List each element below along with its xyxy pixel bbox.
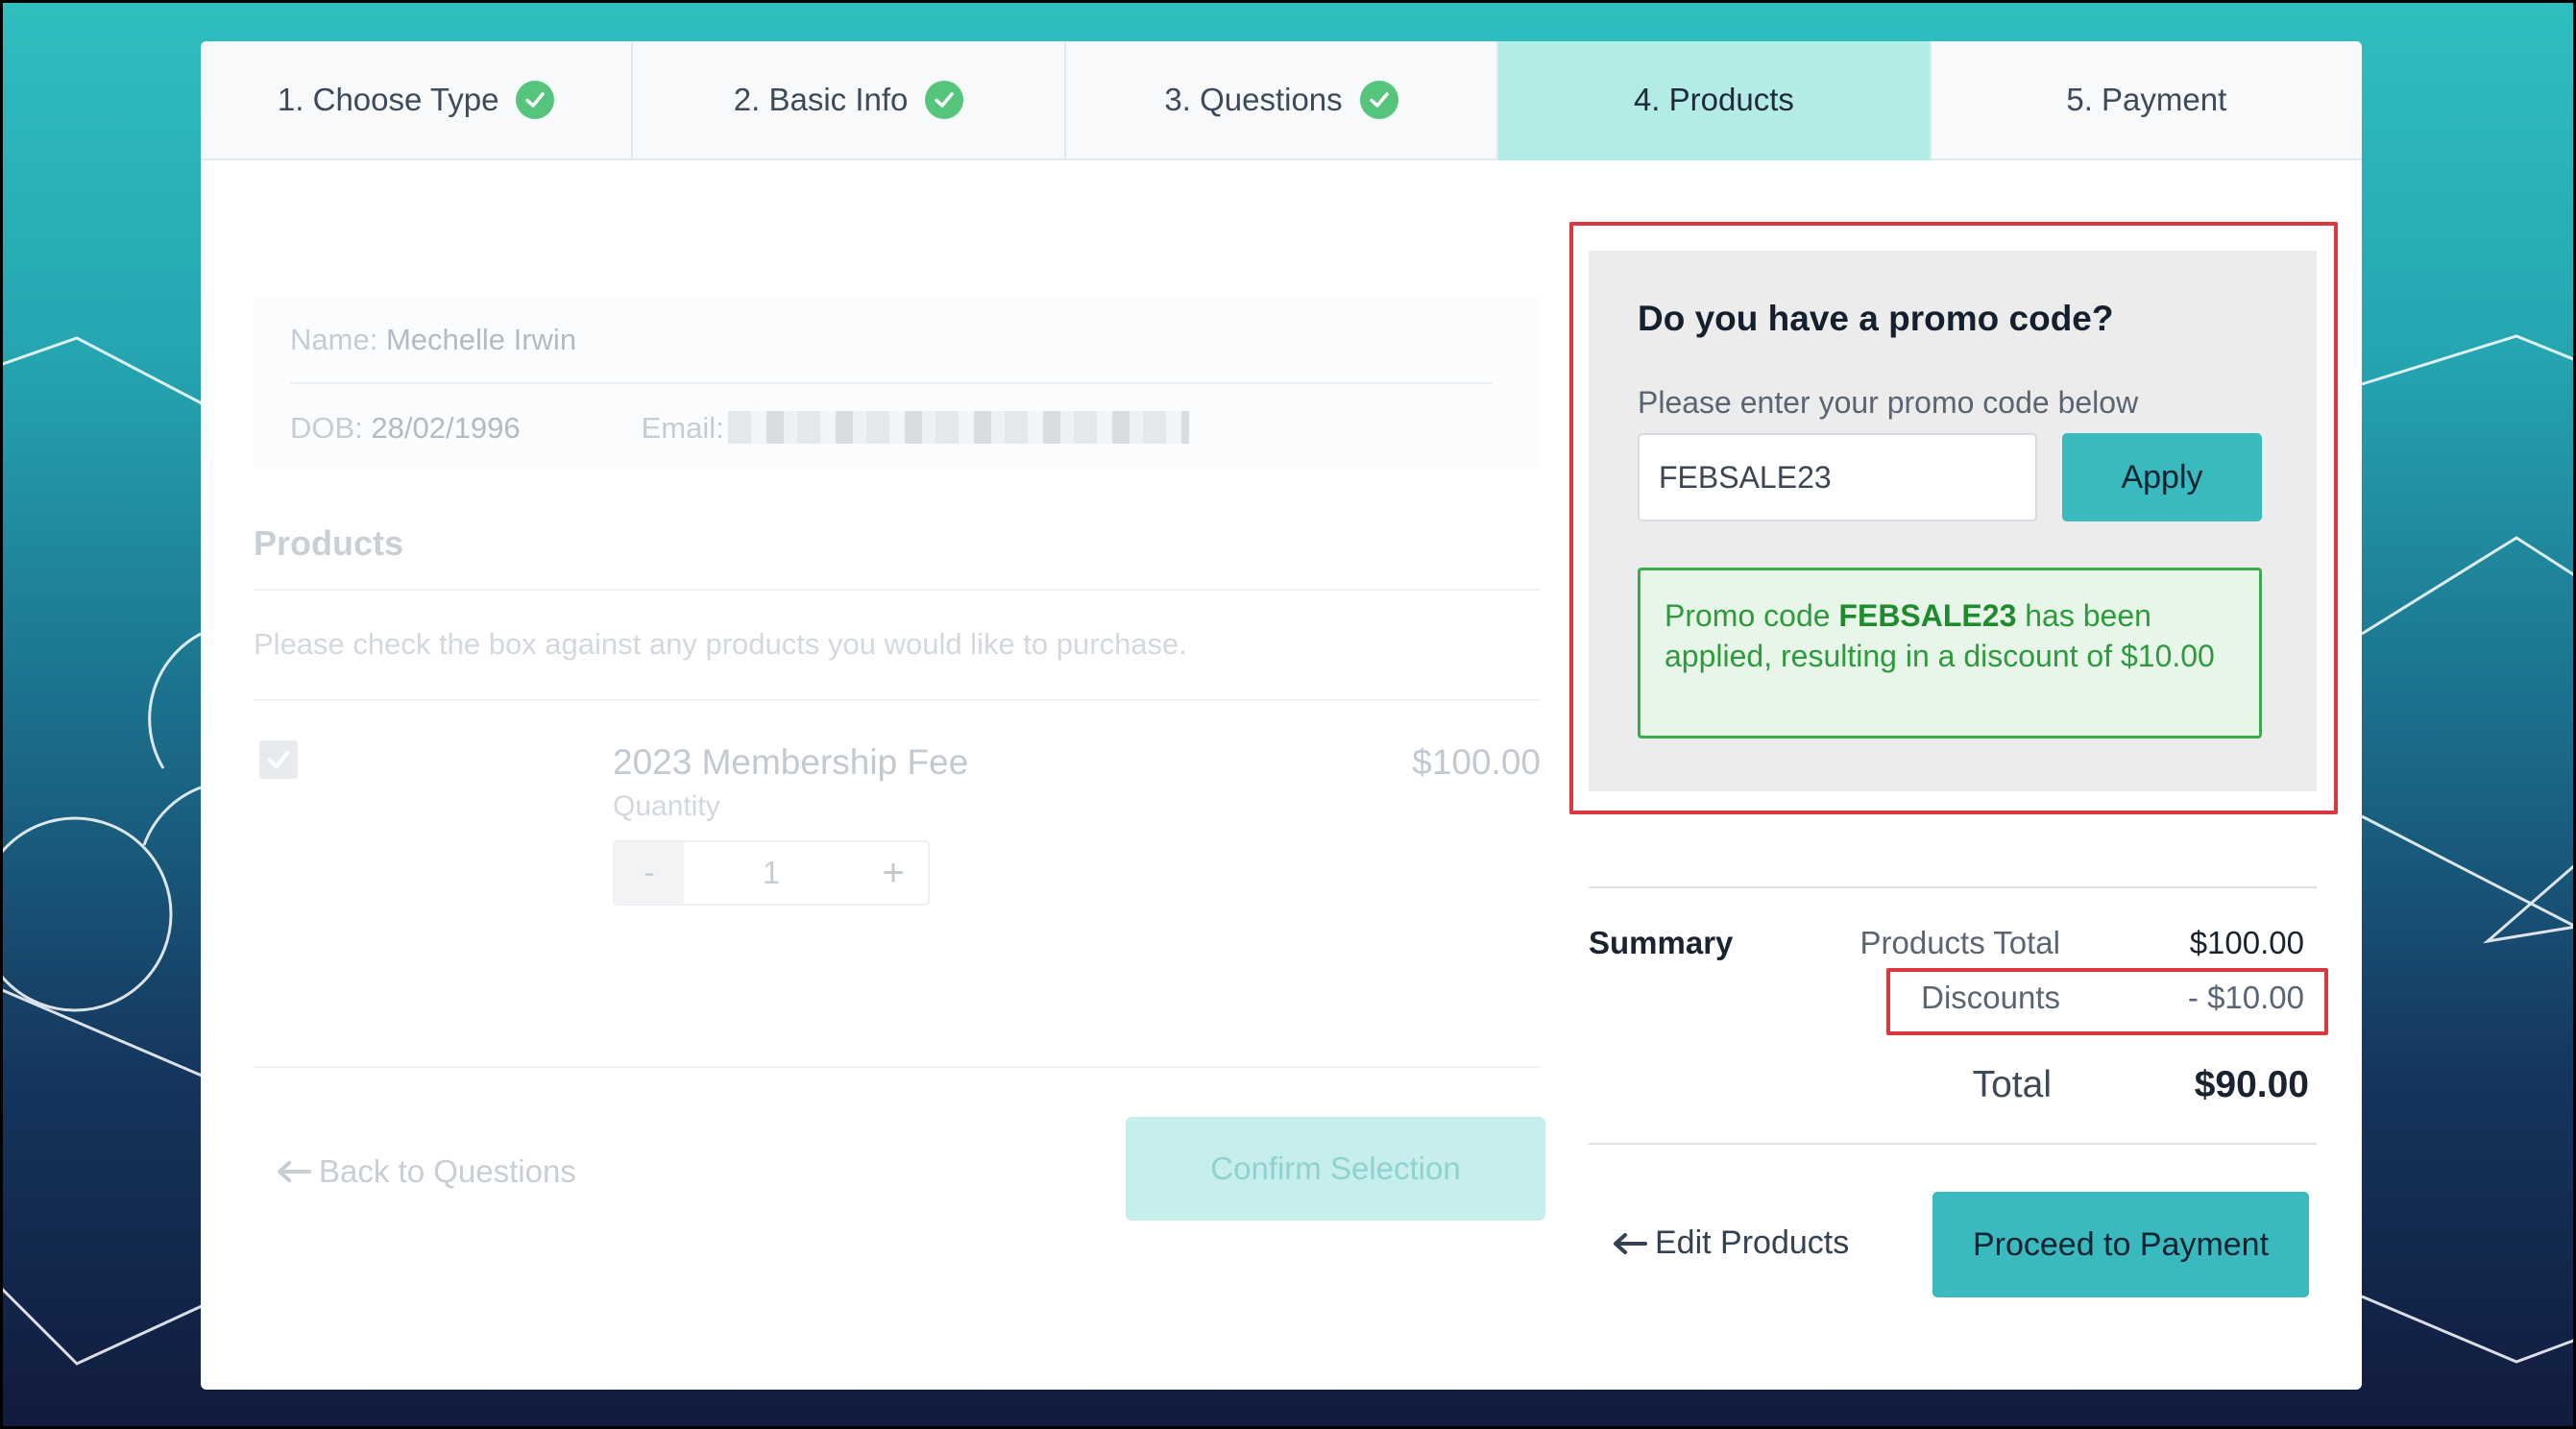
confirm-selection-button[interactable]: Confirm Selection (1126, 1117, 1545, 1221)
check-circle-icon (1359, 81, 1398, 119)
promo-code-input[interactable] (1638, 433, 2037, 521)
promo-subtitle: Please enter your promo code below (1638, 385, 2139, 420)
message-prefix: Promo code (1665, 598, 1839, 633)
divider (290, 382, 1493, 384)
divider (1589, 1143, 2317, 1145)
back-label: Back to Questions (319, 1153, 576, 1189)
check-circle-icon (925, 81, 964, 119)
promo-panel: Do you have a promo code? Please enter y… (1589, 251, 2317, 791)
product-name: 2023 Membership Fee (613, 742, 969, 782)
registration-card: 1. Choose Type 2. Basic Info 3. Question… (201, 41, 2362, 1390)
name-row: Name: Mechelle Irwin (290, 323, 576, 357)
increment-button[interactable]: + (859, 852, 928, 895)
message-code: FEBSALE23 (1838, 598, 2017, 633)
products-heading: Products (254, 523, 404, 563)
divider (254, 699, 1541, 701)
divider (1589, 886, 2317, 888)
total-label: Total (1972, 1064, 2052, 1105)
tab-label: 2. Basic Info (733, 82, 909, 117)
tab-label: 5. Payment (2066, 82, 2227, 117)
edit-label: Edit Products (1655, 1224, 1850, 1261)
member-name: Mechelle Irwin (385, 323, 577, 356)
edit-products-link[interactable]: Edit Products (1613, 1224, 1849, 1262)
member-dob: 28/02/1996 (371, 411, 521, 445)
check-circle-icon (516, 81, 555, 119)
tab-questions[interactable]: 3. Questions (1065, 41, 1499, 160)
summary-label: Summary (1589, 925, 1734, 960)
products-total-value: $100.00 (2189, 925, 2304, 960)
products-total-label: Products Total (1859, 925, 2060, 960)
product-checkbox[interactable] (259, 740, 298, 779)
products-description: Please check the box against any product… (254, 627, 1187, 661)
apply-button[interactable]: Apply (2062, 433, 2262, 521)
email-label: Email: (641, 411, 724, 445)
tab-products[interactable]: 4. Products (1498, 41, 1932, 160)
discounts-highlight-outline (1886, 968, 2328, 1035)
divider (254, 589, 1541, 591)
total-value: $90.00 (2194, 1064, 2309, 1105)
tab-payment[interactable]: 5. Payment (1931, 41, 2362, 160)
decrement-button[interactable]: - (615, 842, 684, 904)
tab-label: 1. Choose Type (277, 82, 499, 117)
dob-email-row: DOB: 28/02/1996 Email: (290, 411, 1189, 446)
promo-success-message: Promo code FEBSALE23 has been applied, r… (1638, 568, 2262, 739)
tab-label: 3. Questions (1164, 82, 1343, 117)
arrow-left-icon (1614, 1232, 1647, 1254)
quantity-label: Quantity (613, 790, 720, 822)
dob-label: DOB: (290, 411, 363, 445)
member-info: Name: Mechelle Irwin DOB: 28/02/1996 Ema… (254, 296, 1541, 469)
name-label: Name: (290, 323, 378, 356)
tab-basic-info[interactable]: 2. Basic Info (633, 41, 1066, 160)
proceed-to-payment-button[interactable]: Proceed to Payment (1932, 1192, 2309, 1297)
step-tabs: 1. Choose Type 2. Basic Info 3. Question… (201, 41, 2362, 160)
tab-label: 4. Products (1633, 82, 1794, 117)
tab-choose-type[interactable]: 1. Choose Type (201, 41, 634, 160)
checkmark-icon (267, 750, 290, 769)
arrow-left-icon (278, 1161, 311, 1182)
back-to-questions-link[interactable]: Back to Questions (277, 1153, 576, 1190)
divider (254, 1066, 1541, 1068)
quantity-value[interactable]: 1 (684, 855, 859, 891)
quantity-stepper: - 1 + (613, 840, 930, 906)
promo-title: Do you have a promo code? (1638, 299, 2114, 338)
product-price: $100.00 (1412, 742, 1541, 782)
email-redacted (727, 411, 1189, 444)
